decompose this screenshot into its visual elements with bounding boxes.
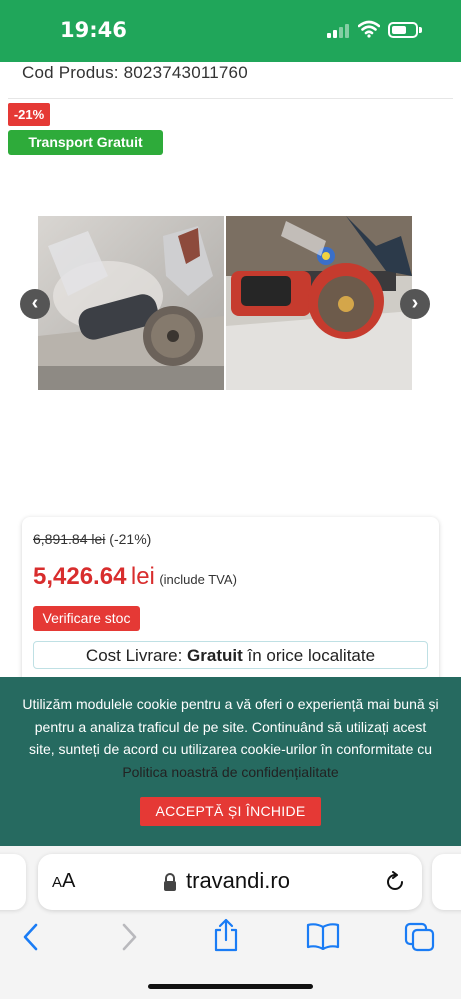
status-bar: 19:46 [0,0,461,62]
gallery-prev-button[interactable]: ‹ [20,289,50,319]
bookmarks-icon[interactable] [306,922,340,950]
cellular-signal-icon [327,24,351,38]
delivery-suffix: în orice localitate [247,646,376,665]
delivery-cost-box: Cost Livrare: Gratuit în orice localitat… [33,641,428,669]
old-price: 6,891.84 lei [33,531,106,547]
previous-tab-card[interactable] [0,854,26,910]
accept-cookies-button[interactable]: ACCEPTĂ ȘI ÎNCHIDE [140,797,321,826]
text-size-button[interactable]: AA [52,870,75,893]
status-time: 19:46 [60,18,127,42]
discount-badge: -21% [8,103,50,126]
product-photo-grinder[interactable] [38,216,224,390]
browser-toolbar [0,918,461,956]
cookie-banner: Utilizăm modulele cookie pentru a vă ofe… [0,677,461,846]
free-shipping-badge: Transport Gratuit [8,130,163,155]
new-price-row: 5,426.64 lei (include TVA) [33,563,237,591]
cookie-message: Utilizăm modulele cookie pentru a vă ofe… [22,693,439,783]
price-card: 6,891.84 lei (-21%) 5,426.64 lei (includ… [22,517,439,692]
address-bar[interactable]: AA travandi.ro [38,854,422,910]
price-currency: lei [130,563,155,590]
check-stock-button[interactable]: Verificare stoc [33,606,140,631]
gallery-next-button[interactable]: › [400,289,430,319]
forward-icon[interactable] [118,922,140,952]
home-indicator [148,984,313,989]
back-icon[interactable] [20,922,42,952]
old-price-row: 6,891.84 lei (-21%) [33,531,151,547]
delivery-value: Gratuit [187,646,243,665]
vat-note: (include TVA) [159,572,237,587]
tabs-icon[interactable] [404,922,436,952]
lock-icon [164,873,176,891]
cookie-text: Utilizăm modulele cookie pentru a vă ofe… [22,696,439,757]
delivery-label: Cost Livrare: [85,646,183,665]
new-price: 5,426.64 [33,563,127,590]
share-icon[interactable] [212,918,240,952]
product-gallery [38,216,412,390]
old-price-discount: (-21%) [109,531,152,547]
privacy-policy-link[interactable]: Politica noastră de confidențialitate [122,764,338,780]
battery-icon [388,22,418,38]
wifi-icon [358,20,380,38]
product-code: Cod Produs: 8023743011760 [22,63,248,82]
reload-icon[interactable] [384,871,406,893]
product-photo-cutter[interactable] [226,216,412,390]
divider [8,98,453,99]
url-text[interactable]: travandi.ro [186,868,290,894]
next-tab-card[interactable] [432,854,461,910]
